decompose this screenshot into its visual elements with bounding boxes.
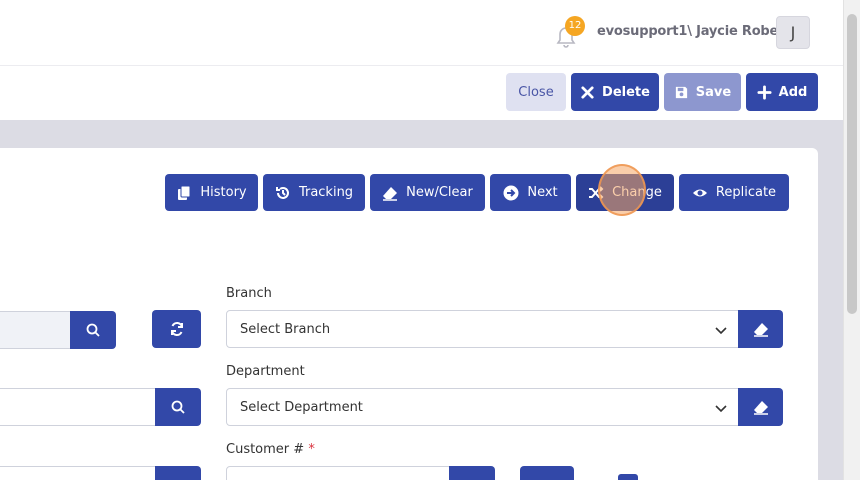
required-asterisk: * [308,442,315,457]
arrow-right-circle-icon [503,185,519,200]
department-select[interactable]: Select Department [226,388,739,426]
eraser-icon [383,186,398,201]
documents-icon [178,185,191,200]
tracking-button[interactable]: Tracking [263,174,365,211]
shuffle-icon [589,185,604,200]
search-icon [171,400,185,414]
left-search-input-2[interactable] [0,388,158,426]
history-button[interactable]: History [165,174,258,211]
user-avatar[interactable]: J [776,16,810,49]
customer-checkbox[interactable] [618,474,638,480]
change-button[interactable]: Change [576,174,674,211]
customer-action-button[interactable] [520,466,574,480]
branch-select[interactable]: Select Branch [226,310,739,348]
left-search-button-2[interactable] [155,388,201,426]
save-button[interactable]: Save [664,73,741,111]
floppy-disk-icon [675,86,687,98]
left-input-3[interactable] [0,466,158,480]
left-button-3[interactable] [155,466,201,480]
add-button[interactable]: Add [746,73,818,111]
history-clock-icon [275,186,289,199]
search-icon [86,323,100,337]
vertical-scrollbar[interactable] [843,0,860,480]
eraser-icon [753,401,768,415]
replicate-button[interactable]: Replicate [679,174,789,211]
eraser-icon [753,323,768,337]
action-bar: Close Delete Save Add [0,66,843,120]
branch-label: Branch [226,286,272,301]
delete-button[interactable]: Delete [571,73,659,111]
plus-icon [757,84,772,100]
department-label: Department [226,364,305,379]
refresh-icon [170,321,183,337]
next-button[interactable]: Next [490,174,571,211]
new-clear-button[interactable]: New/Clear [370,174,485,211]
chevron-down-icon [715,405,727,413]
branch-clear-button[interactable] [738,310,783,348]
top-bar: 12 evosupport1\ Jaycie Roberts J [0,0,860,66]
chevron-down-icon [715,327,727,335]
customer-input[interactable] [226,466,452,480]
close-button[interactable]: Close [506,73,566,111]
notification-count-badge: 12 [565,16,585,36]
user-name[interactable]: evosupport1\ Jaycie Roberts [597,24,798,39]
x-icon [581,85,594,99]
customer-label: Customer # * [226,442,315,457]
eye-icon [692,189,707,196]
left-search-input-1[interactable] [0,311,72,349]
left-search-button-1[interactable] [70,311,116,349]
refresh-button[interactable] [152,310,201,348]
scrollbar-thumb[interactable] [847,14,857,314]
department-clear-button[interactable] [738,388,783,426]
customer-search-button[interactable] [449,466,495,480]
